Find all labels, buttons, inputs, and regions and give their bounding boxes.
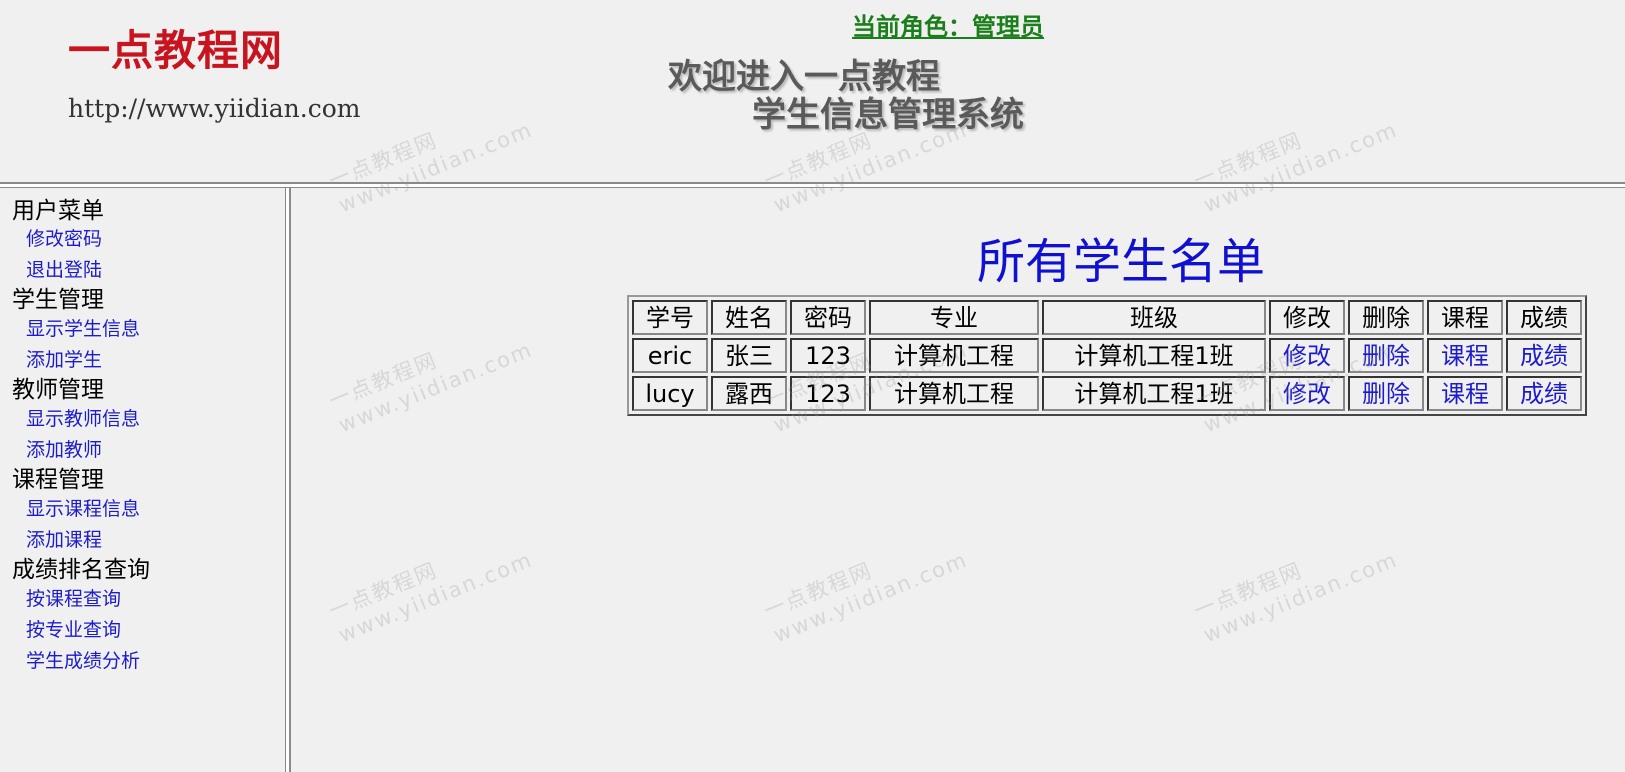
welcome-text-line2: 学生信息管理系统 [752,95,1024,135]
menu-link-show-students[interactable]: 显示学生信息 [26,320,140,339]
table-row: lucy 露西 123 计算机工程 计算机工程1班 修改 删除 课程 成绩 [632,376,1582,411]
column-header-course: 课程 [1427,300,1503,335]
student-id-cell: lucy [632,376,708,411]
column-header-name: 姓名 [711,300,787,335]
student-class-cell: 计算机工程1班 [1042,376,1266,411]
course-link[interactable]: 课程 [1427,338,1503,373]
main-content: 所有学生名单 学号 姓名 密码 专业 班级 修改 删除 课程 成绩 eric 张… [291,188,1625,772]
menu-link-score-analysis[interactable]: 学生成绩分析 [26,652,140,671]
student-name-cell: 露西 [711,376,787,411]
menu-link-query-by-course[interactable]: 按课程查询 [26,590,121,609]
student-class-cell: 计算机工程1班 [1042,338,1266,373]
column-header-major: 专业 [869,300,1039,335]
current-role-link[interactable]: 当前角色：管理员 [852,14,1044,41]
menu-section-rankings: 成绩排名查询 [12,557,150,583]
student-name-cell: 张三 [711,338,787,373]
sidebar-menu: 用户菜单 修改密码 退出登陆 学生管理 显示学生信息 添加学生 教师管理 显示教… [0,188,285,772]
score-link[interactable]: 成绩 [1506,338,1582,373]
student-major-cell: 计算机工程 [869,376,1039,411]
column-header-edit: 修改 [1269,300,1345,335]
menu-link-show-courses[interactable]: 显示课程信息 [26,500,140,519]
site-url: http://www.yiidian.com [68,94,361,123]
edit-link[interactable]: 修改 [1269,376,1345,411]
menu-link-logout[interactable]: 退出登陆 [26,261,102,280]
score-link[interactable]: 成绩 [1506,376,1582,411]
menu-section-user: 用户菜单 [12,198,104,224]
students-table: 学号 姓名 密码 专业 班级 修改 删除 课程 成绩 eric 张三 123 计… [627,295,1587,416]
menu-link-query-by-major[interactable]: 按专业查询 [26,621,121,640]
student-id-cell: eric [632,338,708,373]
menu-link-add-course[interactable]: 添加课程 [26,531,102,550]
welcome-text-line1: 欢迎进入一点教程 [668,57,940,97]
table-header-row: 学号 姓名 密码 专业 班级 修改 删除 课程 成绩 [632,300,1582,335]
column-header-delete: 删除 [1348,300,1424,335]
column-header-score: 成绩 [1506,300,1582,335]
student-password-cell: 123 [790,338,866,373]
course-link[interactable]: 课程 [1427,376,1503,411]
column-header-id: 学号 [632,300,708,335]
delete-link[interactable]: 删除 [1348,338,1424,373]
header-frame: 一点教程网 http://www.yiidian.com 当前角色：管理员 欢迎… [0,0,1625,182]
menu-section-students: 学生管理 [12,287,104,313]
student-major-cell: 计算机工程 [869,338,1039,373]
edit-link[interactable]: 修改 [1269,338,1345,373]
menu-section-courses: 课程管理 [12,467,104,493]
menu-link-show-teachers[interactable]: 显示教师信息 [26,410,140,429]
site-logo: 一点教程网 [68,26,284,75]
column-header-class: 班级 [1042,300,1266,335]
menu-link-change-password[interactable]: 修改密码 [26,230,102,249]
student-password-cell: 123 [790,376,866,411]
table-row: eric 张三 123 计算机工程 计算机工程1班 修改 删除 课程 成绩 [632,338,1582,373]
delete-link[interactable]: 删除 [1348,376,1424,411]
menu-link-add-teacher[interactable]: 添加教师 [26,441,102,460]
menu-link-add-student[interactable]: 添加学生 [26,351,102,370]
menu-section-teachers: 教师管理 [12,377,104,403]
page-title: 所有学生名单 [976,234,1265,290]
column-header-password: 密码 [790,300,866,335]
